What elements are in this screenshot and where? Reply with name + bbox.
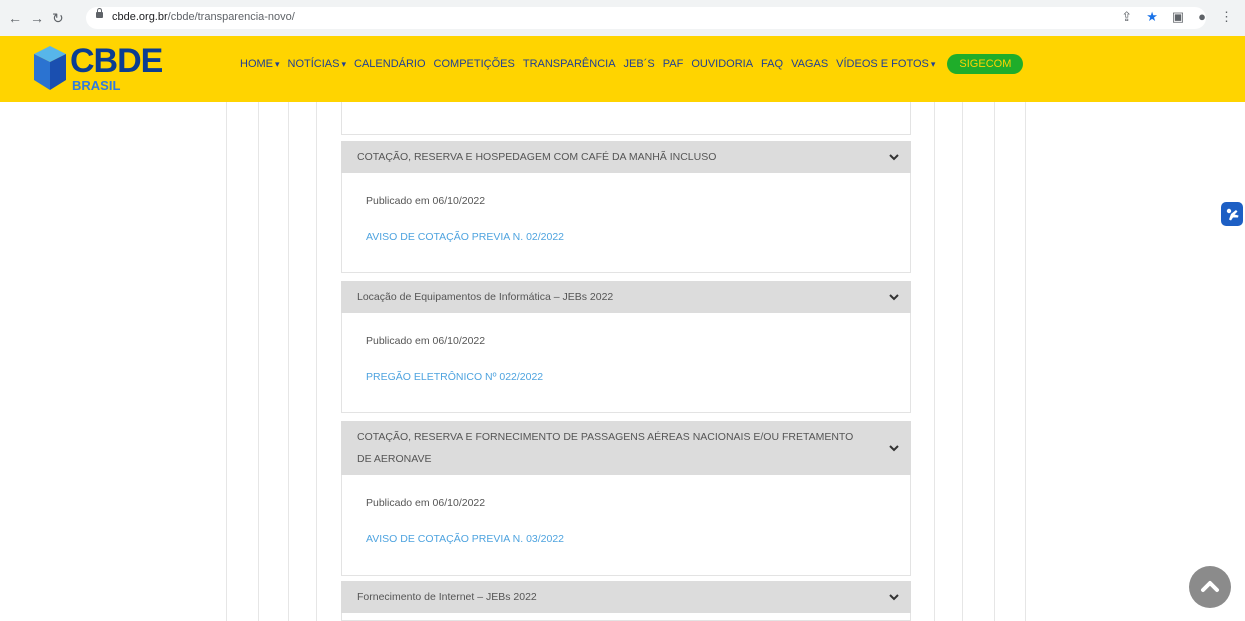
published-date: Publicado em 06/10/2022 — [366, 195, 486, 207]
page-divider — [288, 102, 289, 621]
chevron-down-icon: ▾ — [341, 59, 347, 69]
lock-icon — [96, 8, 103, 18]
accordion-body-partial — [341, 102, 911, 135]
arrow-left-icon[interactable]: ← — [8, 10, 22, 26]
browser-actions: ⇪ ★ ▣ ● ⋮ — [1121, 9, 1233, 25]
cbde-logo[interactable]: CBDE BRASIL — [30, 40, 163, 98]
menu-item-jebs[interactable]: JEB´S — [624, 58, 655, 70]
logo-sub-text: BRASIL — [72, 78, 121, 93]
accordion-item: COTAÇÃO, RESERVA E FORNECIMENTO DE PASSA… — [341, 421, 911, 576]
menu-item-vagas[interactable]: VAGAS — [791, 58, 828, 70]
main-menu: HOME ▾ NOTÍCIAS ▾ CALENDÁRIO COMPETIÇÕES T… — [240, 54, 1024, 74]
scroll-to-top-button[interactable] — [1189, 566, 1231, 608]
side-panel-icon[interactable]: ▣ — [1172, 9, 1184, 25]
logo-main-text: CBDE — [70, 42, 163, 80]
menu-item-paf[interactable]: PAF — [663, 58, 684, 70]
page-divider — [934, 102, 935, 621]
bookmark-star-icon[interactable]: ★ — [1146, 9, 1158, 25]
menu-item-videos[interactable]: VÍDEOS E FOTOS ▾ — [836, 58, 935, 70]
published-date: Publicado em 06/10/2022 — [366, 335, 486, 347]
arrow-right-icon[interactable]: → — [30, 10, 44, 26]
menu-item-home[interactable]: HOME ▾ — [240, 58, 280, 70]
profile-icon[interactable]: ● — [1198, 9, 1206, 25]
menu-item-ouvidoria[interactable]: OUVIDORIA — [691, 58, 753, 70]
chevron-down-icon — [889, 445, 899, 452]
accordion-title: Fornecimento de Internet – JEBs 2022 — [357, 591, 537, 603]
chevron-down-icon: ▾ — [930, 59, 936, 69]
accordion-body — [341, 613, 911, 621]
menu-label: VÍDEOS E FOTOS — [836, 58, 929, 70]
browser-toolbar: ← → ↻ cbde.org.br/cbde/transparencia-nov… — [0, 0, 1245, 37]
accordion-title: COTAÇÃO, RESERVA E HOSPEDAGEM COM CAFÉ D… — [357, 151, 717, 163]
accordion-item: Fornecimento de Internet – JEBs 2022 — [341, 581, 911, 621]
menu-item-calendario[interactable]: CALENDÁRIO — [354, 58, 426, 70]
page-divider — [994, 102, 995, 621]
chevron-down-icon — [889, 594, 899, 601]
more-menu-icon[interactable]: ⋮ — [1220, 9, 1233, 25]
page-divider — [1025, 102, 1026, 621]
chevron-down-icon: ▾ — [275, 59, 280, 69]
page-divider — [316, 102, 317, 621]
accordion-header[interactable]: COTAÇÃO, RESERVA E FORNECIMENTO DE PASSA… — [341, 421, 911, 475]
page-divider — [962, 102, 963, 621]
chevron-down-icon — [889, 154, 899, 161]
accordion-item: Locação de Equipamentos de Informática –… — [341, 281, 911, 413]
menu-label: NOTÍCIAS — [287, 58, 340, 70]
site-header: CBDE BRASIL HOME ▾ NOTÍCIAS ▾ CALENDÁRIO C… — [0, 36, 1245, 102]
menu-item-noticias[interactable]: NOTÍCIAS ▾ — [288, 58, 346, 70]
accordion-body: Publicado em 06/10/2022 AVISO DE COTAÇÃO… — [341, 173, 911, 273]
reload-icon[interactable]: ↻ — [52, 10, 64, 26]
accordion-title: COTAÇÃO, RESERVA E FORNECIMENTO DE PASSA… — [357, 431, 854, 465]
cube-logo-icon — [34, 46, 66, 90]
document-link[interactable]: AVISO DE COTAÇÃO PREVIA N. 02/2022 — [366, 231, 564, 243]
accordion-body: Publicado em 06/10/2022 PREGÃO ELETRÔNIC… — [341, 313, 911, 413]
document-link[interactable]: AVISO DE COTAÇÃO PREVIA N. 03/2022 — [366, 533, 564, 545]
accordion-header[interactable]: COTAÇÃO, RESERVA E HOSPEDAGEM COM CAFÉ D… — [341, 141, 911, 173]
menu-label: HOME — [240, 58, 273, 70]
menu-item-competicoes[interactable]: COMPETIÇÕES — [434, 58, 515, 70]
hand-sign-icon — [1226, 208, 1239, 221]
document-link[interactable]: PREGÃO ELETRÔNICO Nº 022/2022 — [366, 371, 543, 383]
accordion-header[interactable]: Fornecimento de Internet – JEBs 2022 — [341, 581, 911, 613]
menu-item-transparencia[interactable]: TRANSPARÊNCIA — [523, 58, 616, 70]
menu-item-faq[interactable]: FAQ — [761, 58, 783, 70]
url-path: /cbde/transparencia-novo/ — [167, 11, 295, 23]
chevron-up-icon — [1201, 581, 1219, 592]
accordion-item: COTAÇÃO, RESERVA E HOSPEDAGEM COM CAFÉ D… — [341, 141, 911, 273]
page-divider — [226, 102, 227, 621]
accordion-title: Locação de Equipamentos de Informática –… — [357, 291, 614, 303]
sigecom-button[interactable]: SIGECOM — [947, 54, 1024, 74]
accessibility-hand-icon[interactable] — [1221, 202, 1243, 226]
chevron-down-icon — [889, 294, 899, 301]
url-text[interactable]: cbde.org.br/cbde/transparencia-novo/ — [112, 11, 295, 23]
published-date: Publicado em 06/10/2022 — [366, 497, 486, 509]
accordion-header[interactable]: Locação de Equipamentos de Informática –… — [341, 281, 911, 313]
url-domain: cbde.org.br — [112, 11, 168, 23]
share-icon[interactable]: ⇪ — [1121, 9, 1132, 25]
page-divider — [258, 102, 259, 621]
accordion-body: Publicado em 06/10/2022 AVISO DE COTAÇÃO… — [341, 475, 911, 576]
